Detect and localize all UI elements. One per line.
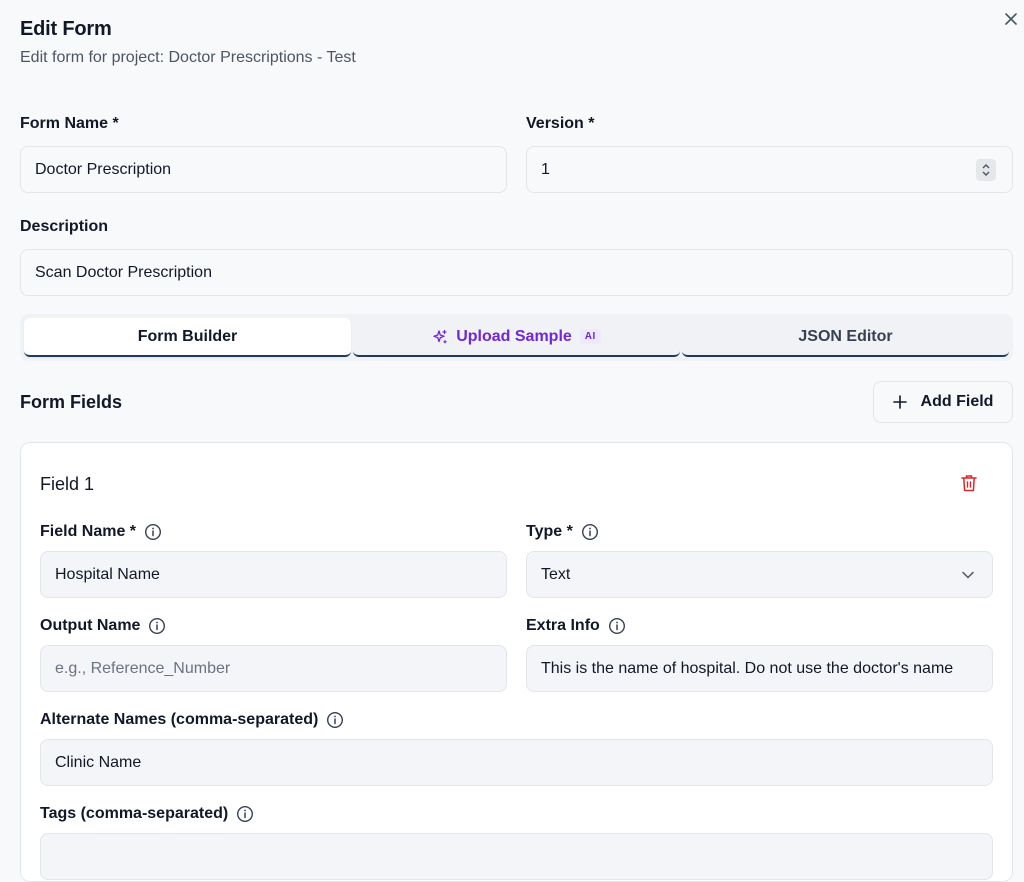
version-label-text: Version * [526, 115, 595, 132]
description-label-text: Description [20, 218, 109, 235]
dialog-title: Edit Form [20, 18, 112, 40]
add-field-label: Add Field [920, 393, 994, 410]
builder-tabs: Form Builder Upload Sample AI JSON Edito… [20, 314, 1013, 361]
dialog-subtitle: Edit form for project: Doctor Prescripti… [20, 49, 356, 66]
trash-icon [961, 475, 977, 492]
tab-json-editor-label: JSON Editor [798, 327, 893, 345]
alternate-names-input[interactable]: Clinic Name [40, 739, 993, 786]
field-name-label-text: Field Name * [40, 523, 137, 540]
info-icon[interactable] [581, 523, 599, 541]
output-name-input[interactable]: e.g., Reference_Number [40, 645, 507, 692]
info-icon[interactable] [236, 805, 254, 823]
output-name-label: Output Name [40, 617, 166, 635]
version-stepper[interactable] [976, 159, 996, 181]
form-name-label: Form Name * [20, 115, 119, 133]
info-icon[interactable] [148, 617, 166, 635]
dialog-header: Edit Form Edit form for project: Doctor … [20, 18, 356, 67]
form-name-label-text: Form Name * [20, 115, 119, 132]
tags-label: Tags (comma-separated) [40, 805, 254, 823]
form-name-input[interactable]: Doctor Prescription [20, 146, 507, 193]
extra-info-label: Extra Info [526, 617, 626, 635]
type-label-text: Type * [526, 523, 573, 540]
type-label: Type * [526, 523, 599, 541]
tab-json-editor[interactable]: JSON Editor [682, 318, 1009, 357]
close-icon [1005, 13, 1017, 25]
form-name-value: Doctor Prescription [35, 160, 172, 178]
description-label: Description [20, 218, 108, 236]
tab-upload-sample[interactable]: Upload Sample AI [353, 318, 680, 357]
ai-badge: AI [579, 329, 601, 344]
add-field-button[interactable]: Add Field [873, 381, 1013, 423]
description-input[interactable]: Scan Doctor Prescription [20, 249, 1013, 296]
version-input[interactable]: 1 [526, 146, 1013, 193]
alternate-names-value: Clinic Name [55, 753, 142, 771]
extra-info-value: This is the name of hospital. Do not use… [541, 659, 954, 677]
tags-input[interactable] [40, 833, 993, 880]
type-value: Text [541, 565, 571, 583]
stepper-arrows-icon [982, 164, 990, 176]
version-value: 1 [541, 160, 550, 178]
type-select[interactable]: Text [526, 551, 993, 598]
output-name-label-text: Output Name [40, 617, 141, 634]
extra-info-label-text: Extra Info [526, 617, 600, 634]
tab-form-builder[interactable]: Form Builder [24, 318, 351, 357]
output-name-placeholder: e.g., Reference_Number [55, 659, 231, 677]
info-icon[interactable] [326, 711, 344, 729]
field-title: Field 1 [40, 474, 95, 494]
alternate-names-label-text: Alternate Names (comma-separated) [40, 711, 319, 728]
chevron-down-icon [962, 571, 974, 579]
extra-info-input[interactable]: This is the name of hospital. Do not use… [526, 645, 993, 692]
info-icon[interactable] [608, 617, 626, 635]
field-name-label: Field Name * [40, 523, 162, 541]
description-value: Scan Doctor Prescription [35, 263, 212, 281]
tab-upload-sample-label: Upload Sample [456, 327, 572, 345]
tab-form-builder-label: Form Builder [137, 327, 238, 345]
tags-label-text: Tags (comma-separated) [40, 805, 229, 822]
info-icon[interactable] [144, 523, 162, 541]
sparkles-icon [433, 329, 447, 344]
version-label: Version * [526, 115, 594, 133]
field-card: Field 1 Field Name * Hospital Name Type … [20, 442, 1013, 882]
delete-field-button[interactable] [960, 473, 978, 498]
form-fields-title: Form Fields [20, 392, 123, 412]
close-button[interactable] [1002, 10, 1020, 28]
field-name-input[interactable]: Hospital Name [40, 551, 507, 598]
plus-icon [892, 395, 907, 409]
field-name-value: Hospital Name [55, 565, 160, 583]
alternate-names-label: Alternate Names (comma-separated) [40, 711, 344, 729]
